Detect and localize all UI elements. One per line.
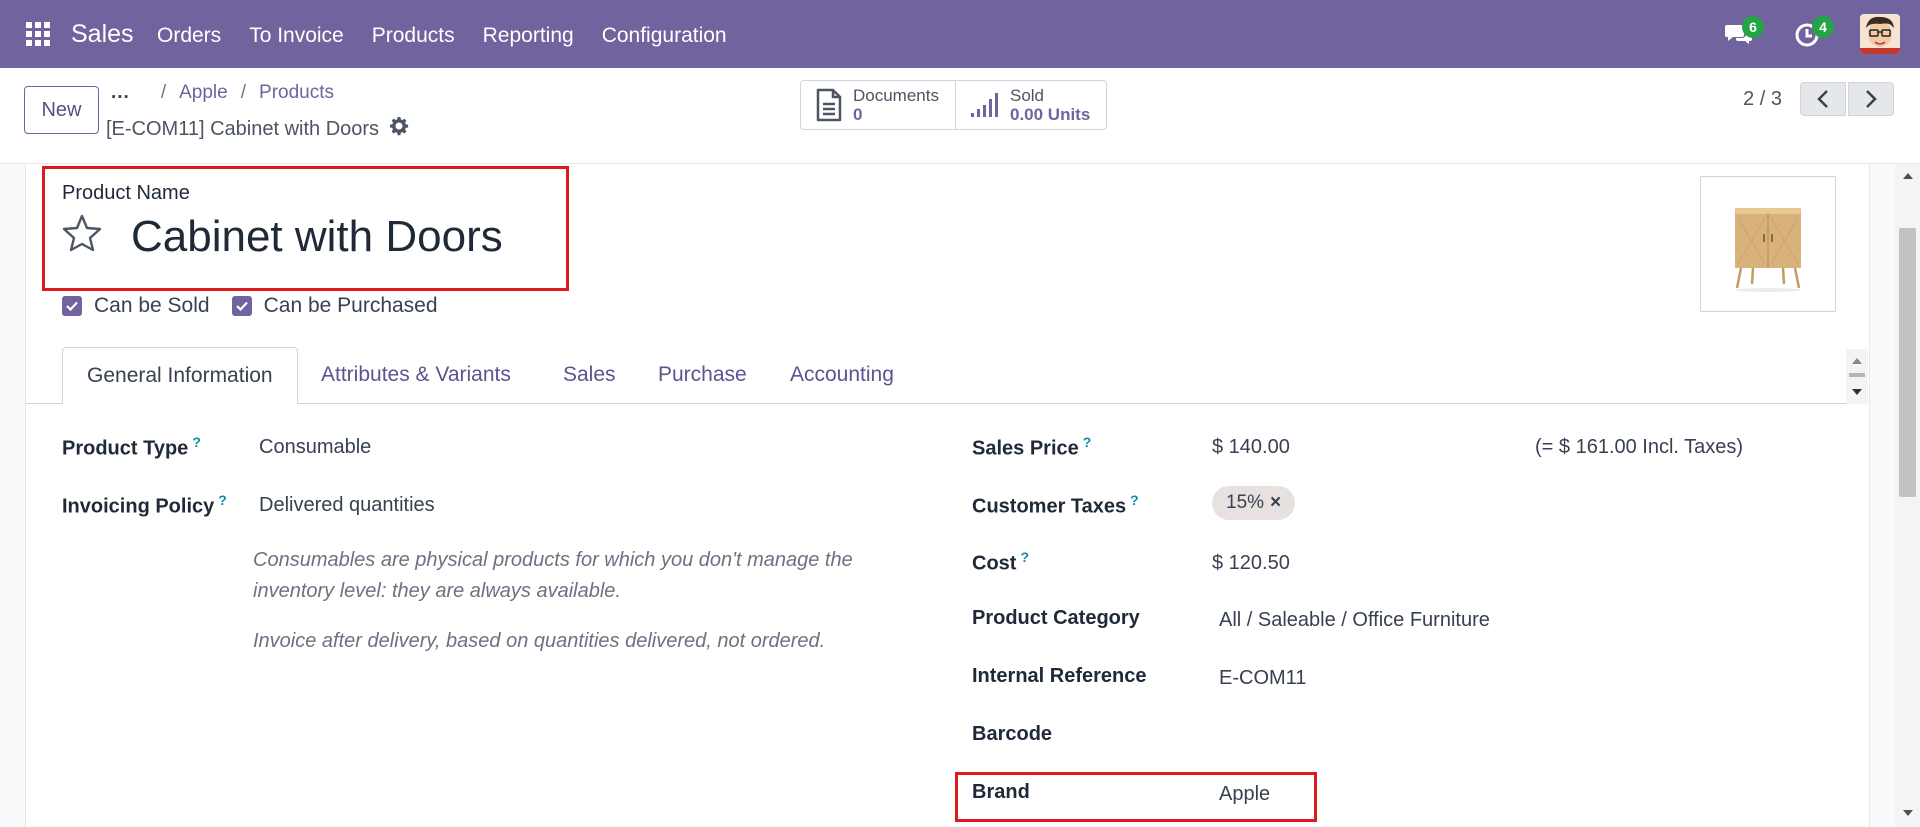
tab-attributes-variants[interactable]: Attributes & Variants: [321, 347, 511, 404]
smart-buttons: Documents 0 Sold 0.00 Units: [800, 80, 1108, 130]
product-type-help: Consumables are physical products for wh…: [253, 549, 853, 602]
messages-button[interactable]: 6: [1720, 14, 1764, 54]
page-scrollbar[interactable]: [1895, 164, 1920, 827]
chevron-left-icon: [1817, 90, 1828, 108]
signal-bars-icon: [970, 93, 998, 117]
product-image[interactable]: [1700, 176, 1836, 312]
system-tray: 6 4: [1690, 14, 1900, 54]
help-tooltip-icon[interactable]: ?: [218, 492, 227, 508]
breadcrumb-separator: /: [240, 82, 247, 103]
can-be-sold-label: Can be Sold: [94, 294, 210, 317]
invoicing-policy-label: Invoicing Policy?: [62, 492, 227, 518]
star-icon[interactable]: [62, 214, 102, 257]
barcode-label: Barcode: [972, 723, 1053, 745]
menu-products[interactable]: Products: [372, 24, 455, 48]
help-tooltip-icon[interactable]: ?: [1083, 434, 1092, 450]
activities-count-badge: 4: [1812, 16, 1834, 38]
cabinet-image: [1734, 208, 1802, 292]
can-be-purchased-toggle[interactable]: Can be Purchased: [231, 294, 438, 318]
tab-sales[interactable]: Sales: [563, 347, 616, 404]
customer-taxes-label: Customer Taxes?: [972, 492, 1139, 518]
breadcrumb: ... / Apple / Products: [111, 82, 334, 104]
top-navbar: Sales Orders To Invoice Products Reporti…: [0, 0, 1920, 68]
pager-previous-button[interactable]: [1800, 82, 1846, 116]
sold-value: 0.00 Units: [1009, 105, 1091, 124]
tab-purchase[interactable]: Purchase: [658, 347, 747, 404]
help-tooltip-icon[interactable]: ?: [192, 434, 201, 450]
remove-tag-icon[interactable]: ×: [1270, 492, 1281, 513]
notebook-tabs: General Information Attributes & Variant…: [26, 347, 1846, 404]
menu-reporting[interactable]: Reporting: [483, 24, 574, 48]
activities-button[interactable]: 4: [1790, 14, 1834, 54]
sold-smart-button[interactable]: Sold 0.00 Units: [954, 81, 1106, 129]
menu-configuration[interactable]: Configuration: [602, 24, 727, 48]
tax-tag: 15% ×: [1212, 486, 1296, 520]
help-tooltip-icon[interactable]: ?: [1130, 492, 1139, 508]
product-type-field[interactable]: Consumable: [259, 436, 371, 459]
internal-reference-field[interactable]: E-COM11: [1219, 667, 1306, 690]
sales-price-field[interactable]: $ 140.00: [1212, 436, 1290, 459]
documents-label: Documents: [853, 86, 939, 105]
documents-smart-button[interactable]: Documents 0: [801, 81, 955, 129]
tax-tag-label: 15%: [1226, 492, 1265, 513]
tabs-scroll-control[interactable]: [1846, 349, 1868, 404]
user-avatar[interactable]: [1860, 14, 1900, 54]
brand-label: Brand: [972, 781, 1030, 803]
breadcrumb-separator: /: [160, 82, 167, 103]
gear-icon[interactable]: [389, 116, 409, 142]
sold-label: Sold: [1009, 86, 1045, 105]
sales-price-label: Sales Price?: [972, 434, 1092, 460]
menu-orders[interactable]: Orders: [157, 24, 221, 48]
tab-general-information[interactable]: General Information: [62, 347, 298, 404]
product-type-label: Product Type?: [62, 434, 201, 460]
product-category-label: Product Category: [972, 607, 1140, 629]
product-flags: Can be Sold Can be Purchased: [62, 294, 460, 318]
invoicing-policy-help: Invoice after delivery, based on quantit…: [253, 630, 826, 652]
price-incl-taxes: (= $ 161.00 Incl. Taxes): [1535, 436, 1744, 458]
breadcrumb-products[interactable]: Products: [259, 82, 334, 104]
app-brand[interactable]: Sales: [71, 20, 134, 49]
pager-value[interactable]: 2 / 3: [1743, 88, 1782, 111]
checkbox-checked-icon[interactable]: [62, 296, 82, 316]
scroll-thumb[interactable]: [1899, 228, 1916, 497]
new-button[interactable]: New: [24, 86, 99, 134]
pager-next-button[interactable]: [1848, 82, 1894, 116]
can-be-sold-toggle[interactable]: Can be Sold: [62, 294, 210, 318]
help-tooltip-icon[interactable]: ?: [1020, 549, 1029, 565]
cost-label: Cost?: [972, 549, 1030, 575]
product-name-label: Product Name: [62, 182, 190, 204]
invoicing-policy-field[interactable]: Delivered quantities: [259, 494, 435, 517]
scroll-down-arrow-icon[interactable]: [1902, 809, 1914, 817]
main-menu: Orders To Invoice Products Reporting Con…: [157, 24, 755, 48]
record-title-row: [E-COM11] Cabinet with Doors: [106, 116, 409, 142]
chevron-right-icon: [1866, 90, 1877, 108]
breadcrumb-apple[interactable]: Apple: [179, 82, 228, 104]
internal-reference-label: Internal Reference: [972, 665, 1147, 687]
breadcrumb-more[interactable]: ...: [111, 82, 130, 104]
record-title: [E-COM11] Cabinet with Doors: [106, 117, 380, 140]
app-grid-icon[interactable]: [26, 22, 50, 46]
brand-field[interactable]: Apple: [1219, 783, 1270, 806]
form-sheet: Product Name Cabinet with Doors Can be S…: [25, 164, 1870, 827]
product-name-input[interactable]: Cabinet with Doors: [131, 212, 503, 262]
messages-count-badge: 6: [1742, 16, 1764, 38]
tab-accounting[interactable]: Accounting: [790, 347, 894, 404]
checkbox-checked-icon[interactable]: [231, 296, 252, 316]
record-pager: 2 / 3: [1743, 82, 1894, 116]
can-be-purchased-label: Can be Purchased: [263, 294, 438, 317]
barcode-field[interactable]: [1219, 725, 1519, 751]
cost-field[interactable]: $ 120.50: [1212, 552, 1290, 575]
menu-to-invoice[interactable]: To Invoice: [249, 24, 344, 48]
documents-count: 0: [853, 105, 863, 124]
tabs-scroll-arrows-icon: [1849, 358, 1865, 395]
scroll-up-arrow-icon[interactable]: [1902, 172, 1914, 180]
product-category-field[interactable]: All / Saleable / Office Furniture: [1219, 609, 1490, 632]
document-icon: [816, 88, 842, 122]
control-panel: New ... / Apple / Products [E-COM11] Cab…: [0, 68, 1920, 164]
